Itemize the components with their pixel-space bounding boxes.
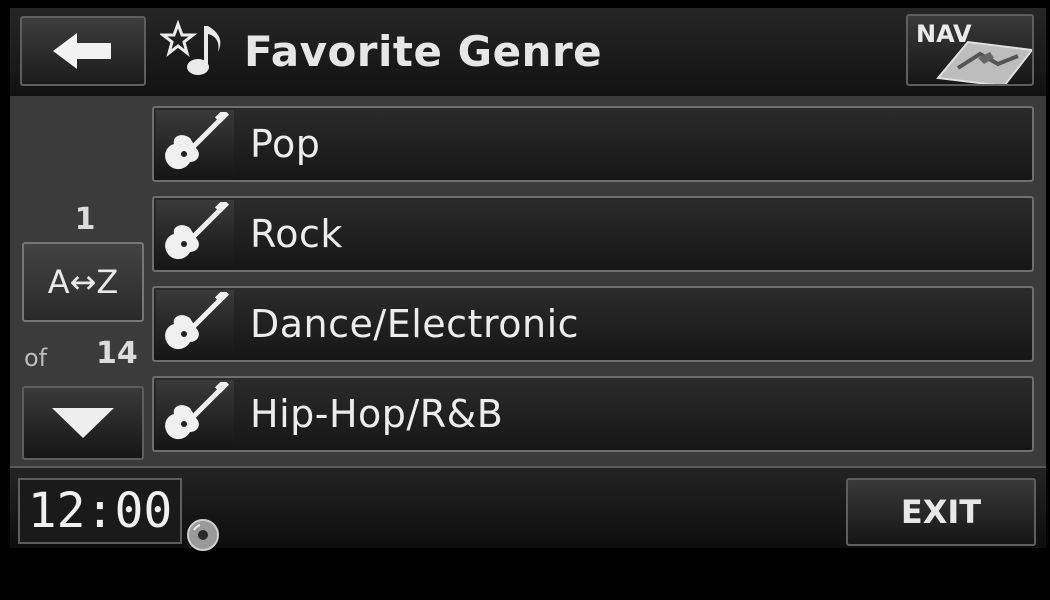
head-unit-screen: Favorite Genre NAV 1 A↔Z of 14 Pop Rock … [10, 8, 1046, 551]
genre-list: Pop Rock Dance/Electronic Hip-Hop/R&B [152, 106, 1034, 466]
content-area: 1 A↔Z of 14 Pop Rock Dance/Electronic Hi… [10, 96, 1046, 466]
genre-item-hip-hop-rnb[interactable]: Hip-Hop/R&B [152, 376, 1034, 452]
page-total: 14 [96, 336, 138, 371]
page-current: 1 [74, 202, 96, 237]
star-music-note-icon [160, 20, 221, 75]
list-item-label: Hip-Hop/R&B [250, 392, 504, 436]
back-arrow-icon [53, 33, 111, 69]
nav-button[interactable]: NAV [906, 14, 1034, 86]
page-title: Favorite Genre [244, 26, 603, 76]
clock: 12:00 [18, 478, 182, 544]
guitar-icon [156, 110, 234, 178]
back-button[interactable] [20, 16, 146, 86]
guitar-icon [156, 200, 234, 268]
title-area: Favorite Genre [160, 14, 602, 88]
footer-bar: 12:00 EXIT [10, 466, 1046, 551]
disc-icon [187, 519, 219, 551]
genre-item-rock[interactable]: Rock [152, 196, 1034, 272]
guitar-icon [156, 380, 234, 448]
header-bar: Favorite Genre NAV [10, 8, 1046, 96]
nav-label: NAV [916, 20, 972, 48]
list-item-label: Rock [250, 212, 343, 256]
exit-button[interactable]: EXIT [846, 478, 1036, 546]
pager-panel: 1 A↔Z of 14 [10, 96, 146, 466]
guitar-icon [156, 290, 234, 358]
genre-item-dance-electronic[interactable]: Dance/Electronic [152, 286, 1034, 362]
list-item-label: Dance/Electronic [250, 302, 580, 346]
scroll-down-button[interactable] [22, 386, 144, 460]
of-label: of [24, 344, 48, 372]
list-item-label: Pop [250, 122, 321, 166]
chevron-down-icon [52, 408, 114, 438]
genre-item-pop[interactable]: Pop [152, 106, 1034, 182]
sort-az-button[interactable]: A↔Z [22, 242, 144, 322]
